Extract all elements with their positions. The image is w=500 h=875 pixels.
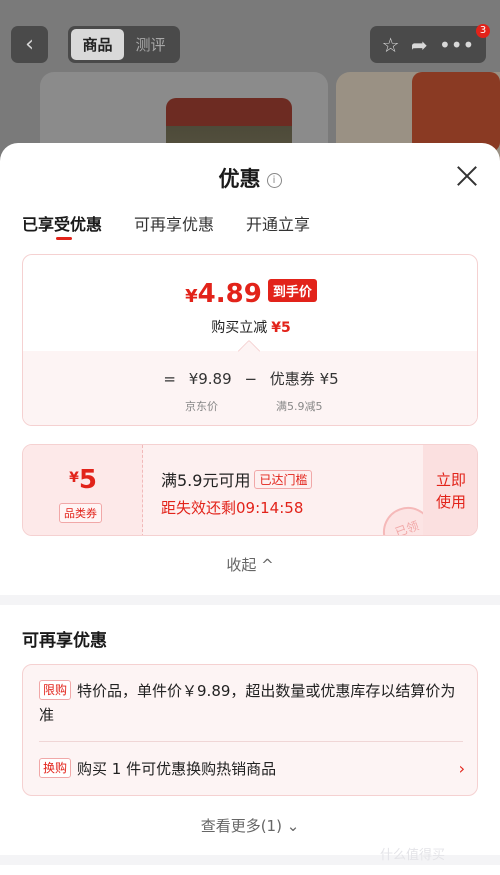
price-currency: ¥ [185,286,198,307]
final-price: ¥4.89 到手价 [23,279,477,309]
coupon-amount: ¥5 [23,465,143,495]
threshold-reached-badge: 已达门槛 [254,470,313,489]
jar-image-secondary [412,72,500,152]
minus-sign: − [244,370,258,388]
offer-text: 购买 1 件可优惠换购热销商品 [77,760,277,778]
sheet-title: 优惠 [218,167,261,191]
star-icon[interactable]: ☆ [382,35,400,55]
coupon-countdown: 距失效还剩09:14:58 [161,499,304,517]
coupon-category: 品类券 [59,503,102,523]
offer-text: 特价品，单件价￥9.89，超出数量或优惠库存以结算价为准 [39,682,456,724]
tab-enjoyed[interactable]: 已享受优惠 [22,211,102,240]
more-icon[interactable]: ••• [439,35,474,55]
coupon-rule-label: 满5.9减5 [276,400,323,413]
tab-more-available[interactable]: 可再享优惠 [134,211,214,235]
offer-item-limit: 限购 特价品，单件价￥9.89，超出数量或优惠库存以结算价为准 [39,679,465,727]
share-icon[interactable]: ➦ [411,35,428,55]
tab-bar: 已享受优惠 可再享优惠 开通立享 [22,211,310,240]
chevron-right-icon: › [458,759,465,778]
sheet-header: 优惠 i [0,163,500,193]
coupon-card: ¥5 品类券 满5.9元可用 已达门槛 距失效还剩09:14:58 已领 立即 使… [22,444,478,536]
back-button[interactable]: ‹ [11,26,48,63]
discount-label: 购买立减 [211,320,268,336]
see-more-button[interactable]: 查看更多(1) ⌄ [0,815,500,836]
price-tag: 到手价 [267,279,317,302]
info-icon[interactable]: i [266,173,282,188]
offer-tag: 换购 [39,758,72,778]
top-bar: ‹ 商品 测评 ☆ ➦ ••• 3 [0,24,500,64]
original-price-label: 京东价 [185,400,218,413]
price-formula: = ¥9.89 − 优惠券 ¥5 [23,368,477,389]
segment-product[interactable]: 商品 [71,29,124,60]
equals-sign: = [163,370,176,388]
coupon-details: 满5.9元可用 已达门槛 距失效还剩09:14:58 [161,467,421,518]
coupon-condition: 满5.9元可用 [161,471,251,490]
chevron-left-icon: ‹ [25,32,34,57]
offer-item-exchange[interactable]: 换购 购买 1 件可优惠换购热销商品 › [39,757,465,781]
segment-control: 商品 测评 [68,26,180,63]
coupon-number: 5 [78,465,97,495]
use-now-label-1: 立即 [435,471,466,489]
divider [39,741,463,742]
action-icons: ☆ ➦ ••• [370,26,486,63]
price-card: ¥4.89 到手价 购买立减 ¥5 = ¥9.89 − 优惠券 ¥5 京东价 满5.… [22,254,478,426]
collapse-button[interactable]: 收起 ^ [0,554,500,575]
coupon-value: 优惠券 ¥5 [269,370,339,388]
coupon-currency: ¥ [69,470,79,486]
coupon-condition-row: 满5.9元可用 已达门槛 [161,467,421,491]
use-now-button[interactable]: 立即 使用 [423,445,477,535]
section-divider [0,595,500,605]
coupon-value-panel: ¥5 品类券 [23,445,143,535]
original-price: ¥9.89 [188,370,232,388]
use-now-label-2: 使用 [435,493,466,511]
discount-amount: ¥5 [271,320,291,336]
segment-review[interactable]: 测评 [124,29,177,60]
offer-tag: 限购 [39,680,72,700]
price-value: 4.89 [197,279,262,309]
more-section-title: 可再享优惠 [22,631,107,651]
discount-line: 购买立减 ¥5 [23,317,477,337]
watermark: 什么值得买 [380,848,446,863]
tab-activate[interactable]: 开通立享 [246,211,310,235]
more-offers-card: 限购 特价品，单件价￥9.89，超出数量或优惠库存以结算价为准 换购 购买 1 件可… [22,664,478,796]
close-icon[interactable] [452,161,482,191]
notification-badge: 3 [476,24,490,38]
discount-sheet: 优惠 i 已享受优惠 可再享优惠 开通立享 ¥4.89 到手价 购买立减 ¥5 = ¥… [0,143,500,875]
